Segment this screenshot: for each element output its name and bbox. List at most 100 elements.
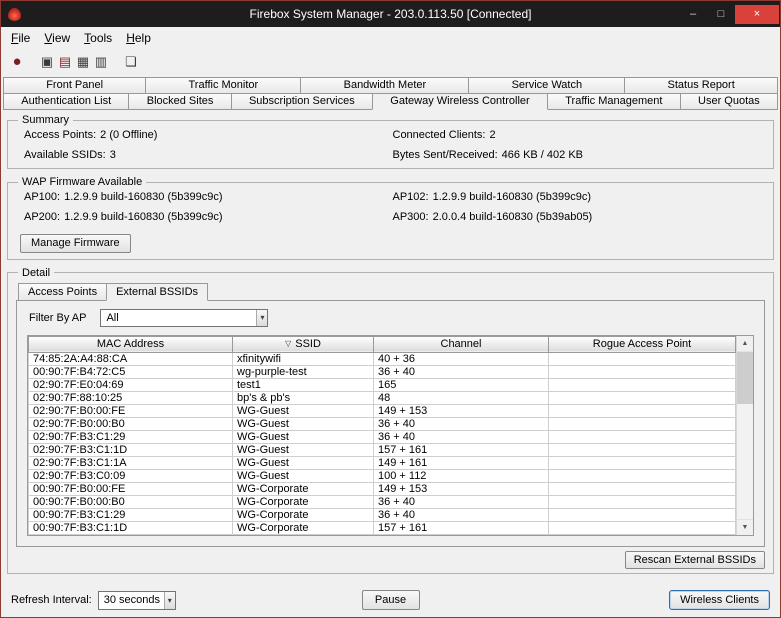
column-header-ssid[interactable]: ▽SSID xyxy=(233,336,374,352)
menu-help[interactable]: Help xyxy=(119,29,158,47)
summary-grid: Access Points: 2 (0 Offline) Connected Cl… xyxy=(16,127,765,162)
table-row[interactable]: 02:90:7F:B0:00:B0WG-Guest36 + 40 xyxy=(29,417,736,430)
channel-cell: 100 + 112 xyxy=(374,469,549,482)
summary-group: Summary Access Points:2 (0 Offline) Conn… xyxy=(7,114,774,169)
filter-by-ap-select[interactable]: All ▾ xyxy=(100,309,268,327)
table-row[interactable]: 02:90:7F:B3:C1:29WG-Guest36 + 40 xyxy=(29,430,736,443)
column-header-channel[interactable]: Channel xyxy=(374,336,549,352)
bssid-table-viewport: MAC Address▽SSIDChannelRogue Access Poin… xyxy=(28,336,736,536)
maximize-button[interactable]: □ xyxy=(707,5,735,24)
channel-cell: 165 xyxy=(374,378,549,391)
table-row[interactable]: 00:90:7F:B3:C1:1DWG-Corporate157 + 161 xyxy=(29,521,736,534)
mac-address-cell: 02:90:7F:B3:C0:09 xyxy=(29,469,233,482)
rogue-access-point-cell xyxy=(549,378,736,391)
toolbar-gap xyxy=(26,61,38,62)
front-panel-icon[interactable]: ▣ xyxy=(38,53,56,71)
mac-address-cell: 02:90:7F:B3:C1:29 xyxy=(29,430,233,443)
detail-tab-row: Access PointsExternal BSSIDs xyxy=(18,283,765,301)
column-header-rogue-access-point[interactable]: Rogue Access Point xyxy=(549,336,736,352)
ap200-firmware-field: AP200:1.2.9.9 build-160830 (5b399c9c) xyxy=(24,211,393,223)
window-controls: – □ × xyxy=(679,1,780,27)
tab-status-report[interactable]: Status Report xyxy=(624,77,778,94)
column-header-mac-address[interactable]: MAC Address xyxy=(29,336,233,352)
table-row[interactable]: 00:90:7F:B0:00:B0WG-Corporate36 + 40 xyxy=(29,495,736,508)
tab-subscription-services[interactable]: Subscription Services xyxy=(231,93,373,110)
refresh-interval-select[interactable]: 30 seconds ▾ xyxy=(98,591,176,610)
tab-bandwidth-meter[interactable]: Bandwidth Meter xyxy=(300,77,469,94)
toolbar: ● ▣▤▦▥ ❏ xyxy=(1,48,780,75)
ap300-firmware-field: AP300:2.0.0.4 build-160830 (5b39ab05) xyxy=(393,211,762,223)
table-row[interactable]: 00:90:7F:B4:72:C5wg-purple-test36 + 40 xyxy=(29,365,736,378)
channel-cell: 48 xyxy=(374,391,549,404)
table-row[interactable]: 02:90:7F:B3:C1:1DWG-Guest157 + 161 xyxy=(29,443,736,456)
rescan-external-bssids-button[interactable]: Rescan External BSSIDs xyxy=(625,551,765,569)
table-row[interactable]: 02:90:7F:E0:04:69test1165 xyxy=(29,378,736,391)
close-button[interactable]: × xyxy=(735,5,779,24)
ssid-cell: WG-Corporate xyxy=(233,495,374,508)
rogue-access-point-cell xyxy=(549,521,736,534)
menu-view[interactable]: View xyxy=(37,29,77,47)
ap102-firmware-field: AP102:1.2.9.9 build-160830 (5b399c9c) xyxy=(393,191,762,203)
ap102-label: AP102: xyxy=(393,191,429,203)
mac-address-cell: 00:90:7F:B0:00:B0 xyxy=(29,495,233,508)
ssid-cell: WG-Corporate xyxy=(233,482,374,495)
filter-row: Filter By AP All ▾ xyxy=(29,309,754,327)
table-row[interactable]: 00:90:7F:B3:C1:29WG-Corporate36 + 40 xyxy=(29,508,736,521)
table-row[interactable]: 02:90:7F:B0:00:FEWG-Guest149 + 153 xyxy=(29,404,736,417)
bssid-table-header-row: MAC Address▽SSIDChannelRogue Access Poin… xyxy=(29,336,736,352)
tab-authentication-list[interactable]: Authentication List xyxy=(3,93,129,110)
table-row[interactable]: 00:90:7F:B0:00:FEWG-Corporate149 + 153 xyxy=(29,482,736,495)
connected-clients-field: Connected Clients:2 xyxy=(393,129,762,141)
channel-cell: 157 + 161 xyxy=(374,521,549,534)
manage-firmware-button[interactable]: Manage Firmware xyxy=(20,234,131,253)
tab-user-quotas[interactable]: User Quotas xyxy=(680,93,778,110)
firebox-system-manager-window: Firebox System Manager - 203.0.113.50 [C… xyxy=(0,0,781,618)
bandwidth-meter-icon[interactable]: ▦ xyxy=(74,53,92,71)
tab-gateway-wireless-controller[interactable]: Gateway Wireless Controller xyxy=(372,93,548,110)
minimize-button[interactable]: – xyxy=(679,5,707,24)
access-points-value: 2 (0 Offline) xyxy=(100,129,157,141)
access-points-label: Access Points: xyxy=(24,129,96,141)
pause-traffic-icon[interactable]: ● xyxy=(8,53,26,71)
wap-firmware-group: WAP Firmware Available AP100:1.2.9.9 bui… xyxy=(7,176,774,260)
detail-group: Detail Access PointsExternal BSSIDs Filt… xyxy=(7,267,774,575)
ssid-cell: bp's & pb's xyxy=(233,391,374,404)
table-row[interactable]: 02:90:7F:88:10:25bp's & pb's48 xyxy=(29,391,736,404)
tab-external-bssids[interactable]: External BSSIDs xyxy=(106,283,208,301)
bytes-sent-received-field: Bytes Sent/Received:466 KB / 402 KB xyxy=(393,149,762,161)
mac-address-cell: 00:90:7F:B3:C1:1A xyxy=(29,534,233,535)
tab-blocked-sites[interactable]: Blocked Sites xyxy=(128,93,231,110)
table-row[interactable]: 74:85:2A:A4:88:CAxfinitywifi40 + 36 xyxy=(29,352,736,365)
available-ssids-field: Available SSIDs:3 xyxy=(24,149,393,161)
table-row[interactable]: 02:90:7F:B3:C1:1AWG-Guest149 + 161 xyxy=(29,456,736,469)
menu-tools[interactable]: Tools xyxy=(77,29,119,47)
scrollbar-track[interactable] xyxy=(737,404,753,520)
table-scrollbar[interactable]: ▲ ▼ xyxy=(736,336,753,536)
performance-console-icon[interactable]: ▥ xyxy=(92,53,110,71)
tab-access-points[interactable]: Access Points xyxy=(18,283,107,301)
tab-service-watch[interactable]: Service Watch xyxy=(468,77,625,94)
external-bssids-panel: Filter By AP All ▾ MAC Address▽SSIDChann… xyxy=(16,300,765,548)
gateway-wireless-controller-page: Summary Access Points:2 (0 Offline) Conn… xyxy=(1,110,780,617)
scrollbar-thumb[interactable] xyxy=(737,352,753,404)
ap200-label: AP200: xyxy=(24,211,60,223)
detail-legend: Detail xyxy=(18,267,54,279)
channel-cell: 149 + 161 xyxy=(374,456,549,469)
table-row[interactable]: 02:90:7F:B3:C0:09WG-Guest100 + 112 xyxy=(29,469,736,482)
status-report-icon[interactable]: ❏ xyxy=(122,53,140,71)
scroll-down-icon[interactable]: ▼ xyxy=(737,519,753,535)
tab-traffic-management[interactable]: Traffic Management xyxy=(547,93,681,110)
tab-row-secondary: Authentication ListBlocked SitesSubscrip… xyxy=(1,94,780,110)
menu-file[interactable]: File xyxy=(4,29,37,47)
wireless-clients-button[interactable]: Wireless Clients xyxy=(669,590,770,610)
pause-button[interactable]: Pause xyxy=(362,590,420,610)
scroll-up-icon[interactable]: ▲ xyxy=(737,336,753,352)
security-services-icon[interactable]: ▤ xyxy=(56,53,74,71)
chevron-down-icon: ▾ xyxy=(164,592,175,609)
table-row[interactable]: 00:90:7F:B3:C1:1AWG-Corporate149 + 161 xyxy=(29,534,736,535)
tab-front-panel[interactable]: Front Panel xyxy=(3,77,146,94)
bssid-table-frame: MAC Address▽SSIDChannelRogue Access Poin… xyxy=(27,335,754,537)
bytes-sent-received-value: 466 KB / 402 KB xyxy=(502,149,583,161)
tab-traffic-monitor[interactable]: Traffic Monitor xyxy=(145,77,301,94)
mac-address-cell: 02:90:7F:E0:04:69 xyxy=(29,378,233,391)
